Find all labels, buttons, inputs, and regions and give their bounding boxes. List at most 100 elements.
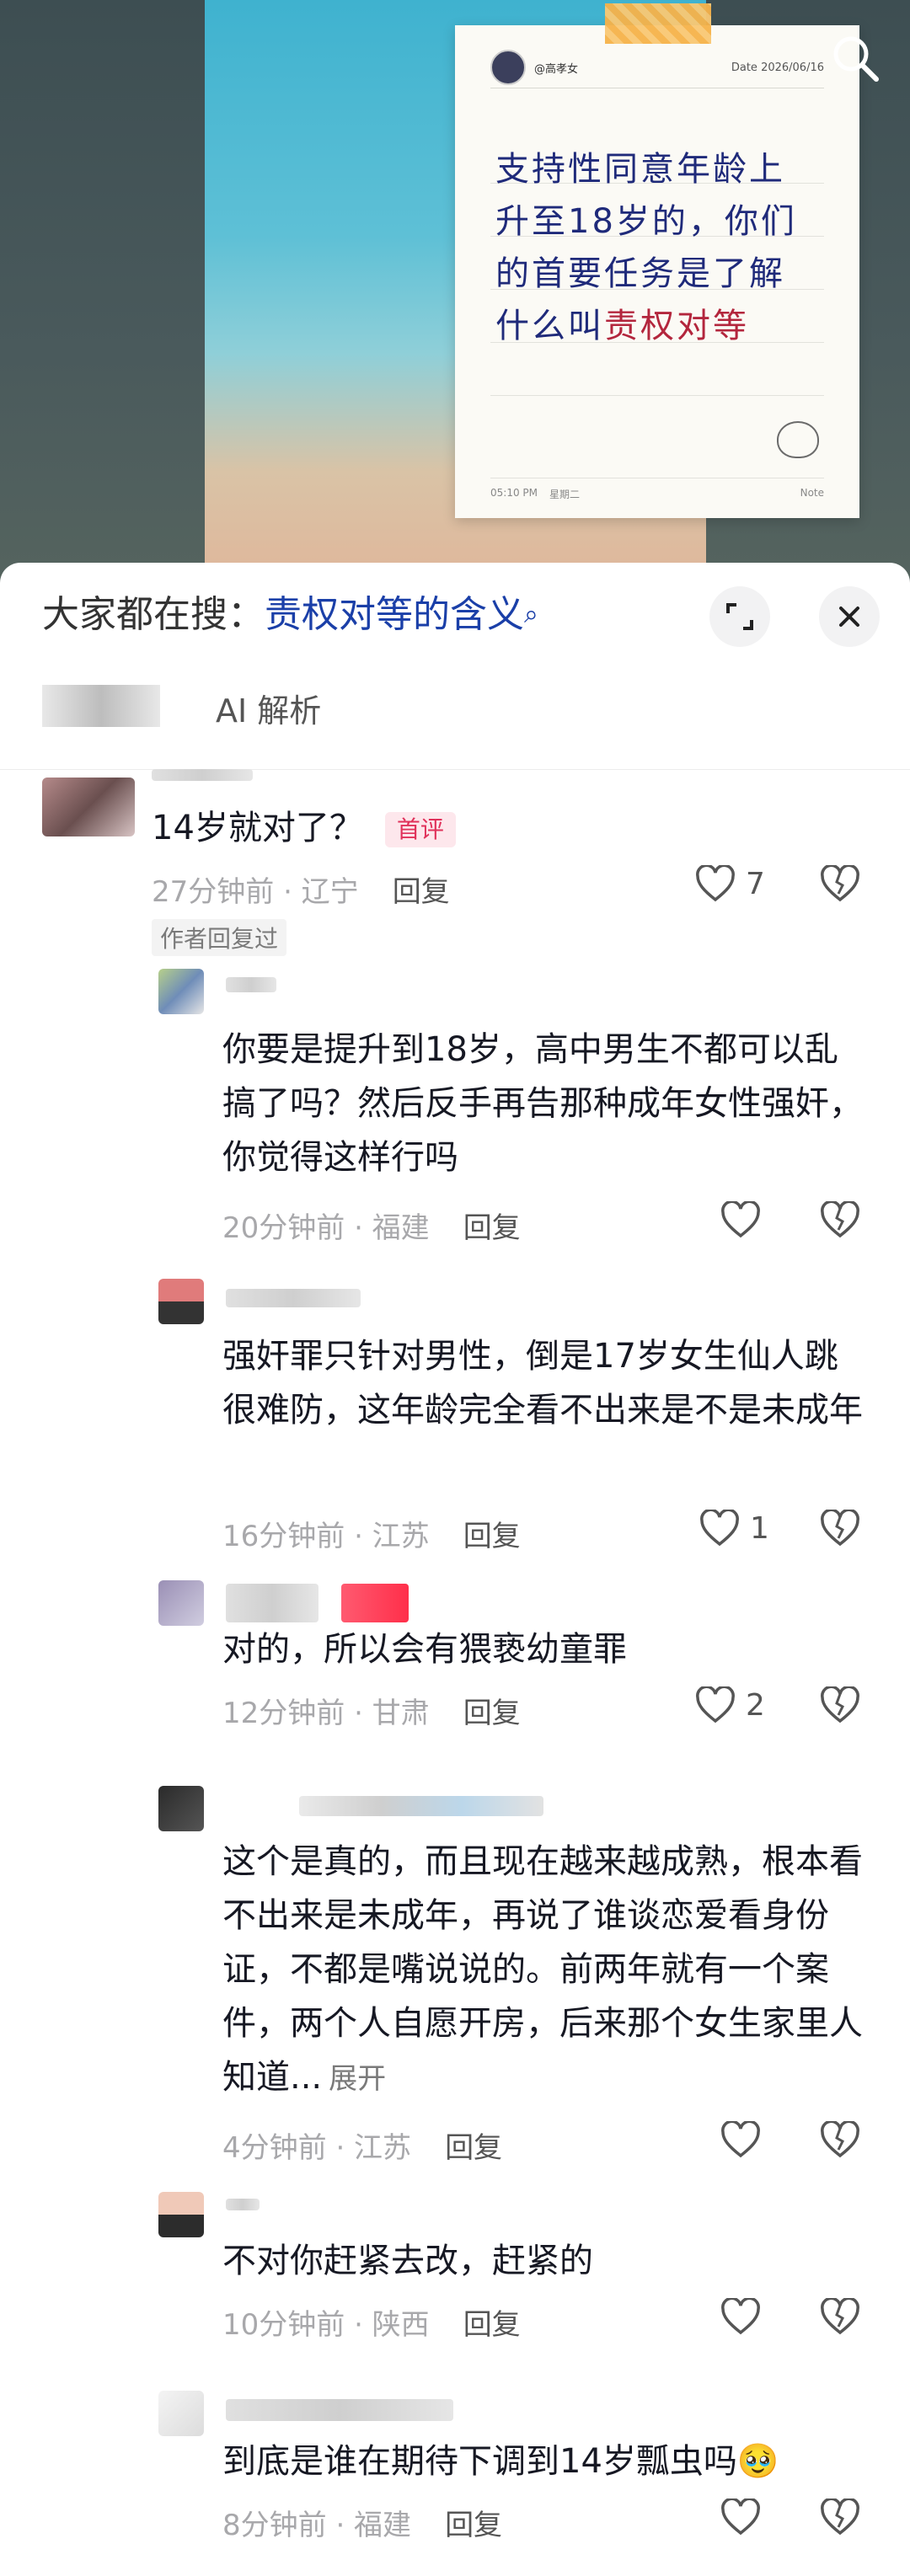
like-button[interactable]: 1 <box>699 1510 769 1547</box>
comment-text: 对的，所以会有猥亵幼童罪 <box>222 1630 627 1669</box>
note-text: 支持性同意年龄上 升至18岁的，你们 的首要任务是了解 什么叫责权对等 <box>495 143 834 352</box>
comment-meta: 16分钟前 · 江苏 回复 <box>222 1513 521 1554</box>
heart-icon <box>721 2121 760 2158</box>
heart-icon <box>721 1201 760 1238</box>
dislike-button[interactable] <box>820 2497 860 2539</box>
like-button[interactable] <box>720 2298 771 2335</box>
note-footer: 05:10 PM 星期二 Note <box>490 478 824 501</box>
tab-comments-blurred[interactable] <box>42 685 160 727</box>
heart-icon <box>721 2298 760 2335</box>
close-button[interactable] <box>819 586 880 647</box>
note-date: Date 2026/06/16 <box>731 61 824 74</box>
username-blurred[interactable] <box>152 769 253 781</box>
username-blurred-badge <box>341 1584 409 1622</box>
comment-body: 到底是谁在期待下调到14岁瓢虫吗🥹 <box>222 2434 871 2488</box>
note-highlight: 责权对等 <box>604 307 749 345</box>
comment-text: 到底是谁在期待下调到14岁瓢虫吗 <box>222 2442 737 2481</box>
expand-icon <box>726 603 753 630</box>
note-line-3: 的首要任务是了解 <box>495 254 785 293</box>
avatar[interactable] <box>158 969 204 1014</box>
broken-heart-icon <box>821 2296 859 2335</box>
broken-heart-icon <box>821 1685 859 1724</box>
dislike-button[interactable] <box>820 1685 860 1727</box>
broken-heart-icon <box>821 1508 859 1547</box>
like-button[interactable] <box>720 1201 771 1238</box>
reply-button[interactable]: 回复 <box>445 2509 502 2542</box>
comment-time: 4分钟前 · 江苏 <box>222 2131 412 2165</box>
reply-button[interactable]: 回复 <box>463 1211 521 1245</box>
suggestion-prefix: 大家都在搜： <box>42 593 265 636</box>
dislike-button[interactable] <box>820 1200 860 1242</box>
tab-ai-analysis[interactable]: AI 解析 <box>216 685 321 731</box>
note-author: @高孝女 <box>534 62 579 76</box>
reply-item: 强奸罪只针对男性，倒是17岁女生仙人跳很难防，这年龄完全看不出来是不是未成年 1… <box>0 1279 910 1553</box>
comment-text: 不对你赶紧去改，赶紧的 <box>222 2242 593 2280</box>
comment-time: 20分钟前 · 福建 <box>222 1211 430 1245</box>
reply-item: 不对你赶紧去改，赶紧的 10分钟前 · 陕西 回复 <box>0 2192 910 2369</box>
search-button[interactable] <box>826 29 885 88</box>
like-button[interactable]: 2 <box>695 1686 765 1724</box>
note-weekday: 星期二 <box>549 489 581 500</box>
post-photo[interactable]: @高孝女 Date 2026/06/16 支持性同意年龄上 升至18岁的，你们 … <box>205 0 859 590</box>
comment-time: 8分钟前 · 福建 <box>222 2509 412 2542</box>
comment-body: 14岁就对了？ 首评 <box>152 801 456 855</box>
comment-text: 14岁就对了？ <box>152 809 363 847</box>
comment-meta: 8分钟前 · 福建 回复 <box>222 2502 502 2543</box>
note-author-avatar <box>490 50 526 85</box>
first-comment-badge: 首评 <box>384 812 456 847</box>
dislike-button[interactable] <box>820 1508 860 1550</box>
note-line-2: 升至18岁的，你们 <box>495 202 797 241</box>
like-button[interactable] <box>720 2499 771 2536</box>
dislike-button[interactable] <box>820 2296 860 2338</box>
heart-icon <box>696 1686 735 1724</box>
comment-time: 10分钟前 · 陕西 <box>222 2308 430 2342</box>
heart-icon <box>721 2499 760 2536</box>
reply-item: 这个是真的，而且现在越来越成熟，根本看不出来是未成年，再说了谁谈恋爱看身份证，不… <box>0 1786 910 2173</box>
comment-time: 27分钟前 · 辽宁 <box>152 875 359 909</box>
like-button[interactable] <box>720 2121 771 2158</box>
dislike-button[interactable] <box>820 863 860 906</box>
avatar[interactable] <box>158 1279 204 1324</box>
comment-time: 16分钟前 · 江苏 <box>222 1520 430 1553</box>
broken-heart-icon <box>821 2497 859 2536</box>
broken-heart-icon <box>821 1200 859 1238</box>
broken-heart-icon <box>821 863 859 902</box>
pleading-face-emoji: 🥹 <box>736 2442 779 2481</box>
reply-button[interactable]: 回复 <box>393 875 450 909</box>
reply-item: 你要是提升到18岁，高中男生不都可以乱搞了吗？然后反手再告那种成年女性强奸，你觉… <box>0 960 910 1245</box>
like-count: 2 <box>746 1687 765 1723</box>
avatar[interactable] <box>158 2192 204 2237</box>
comment-time: 12分钟前 · 甘肃 <box>222 1697 430 1730</box>
username-blurred[interactable] <box>226 1289 361 1307</box>
avatar[interactable] <box>42 778 135 836</box>
comment-body: 这个是真的，而且现在越来越成熟，根本看不出来是未成年，再说了谁谈恋爱看身份证，不… <box>222 1835 871 2106</box>
avatar[interactable] <box>158 2391 204 2436</box>
username-blurred[interactable] <box>226 2199 260 2210</box>
reply-button[interactable]: 回复 <box>463 1520 521 1553</box>
username-blurred[interactable] <box>226 2399 453 2421</box>
reply-button[interactable]: 回复 <box>445 2131 502 2165</box>
shell-icon <box>777 421 819 458</box>
fullscreen-button[interactable] <box>709 586 770 647</box>
dislike-button[interactable] <box>820 2119 860 2162</box>
reply-item: 对的，所以会有猥亵幼童罪 12分钟前 · 甘肃 回复 2 <box>0 1580 910 1757</box>
avatar[interactable] <box>158 1786 204 1831</box>
comment-meta: 10分钟前 · 陕西 回复 <box>222 2301 521 2343</box>
comment-text: 你要是提升到18岁，高中男生不都可以乱搞了吗？然后反手再告那种成年女性强奸，你觉… <box>222 1030 863 1177</box>
avatar[interactable] <box>158 1580 204 1626</box>
reply-button[interactable]: 回复 <box>463 1697 521 1730</box>
reply-button[interactable]: 回复 <box>463 2308 521 2342</box>
search-suggestion[interactable]: 大家都在搜：责权对等的含义⌕ <box>42 590 538 640</box>
suggestion-query[interactable]: 责权对等的含义 <box>265 593 524 636</box>
comment-meta: 4分钟前 · 江苏 回复 <box>222 2124 502 2166</box>
comment-meta: 20分钟前 · 福建 回复 <box>222 1205 521 1246</box>
comment-tabs: AI 解析 <box>0 685 910 737</box>
heart-icon <box>696 865 735 902</box>
username-blurred[interactable] <box>299 1796 543 1816</box>
comment-meta: 27分钟前 · 辽宁 回复 <box>152 868 450 910</box>
expand-button[interactable]: 展开 <box>329 2062 386 2096</box>
username-blurred[interactable] <box>226 977 276 992</box>
username-blurred[interactable] <box>226 1584 318 1622</box>
like-button[interactable]: 7 <box>695 865 765 902</box>
search-icon <box>833 36 879 82</box>
